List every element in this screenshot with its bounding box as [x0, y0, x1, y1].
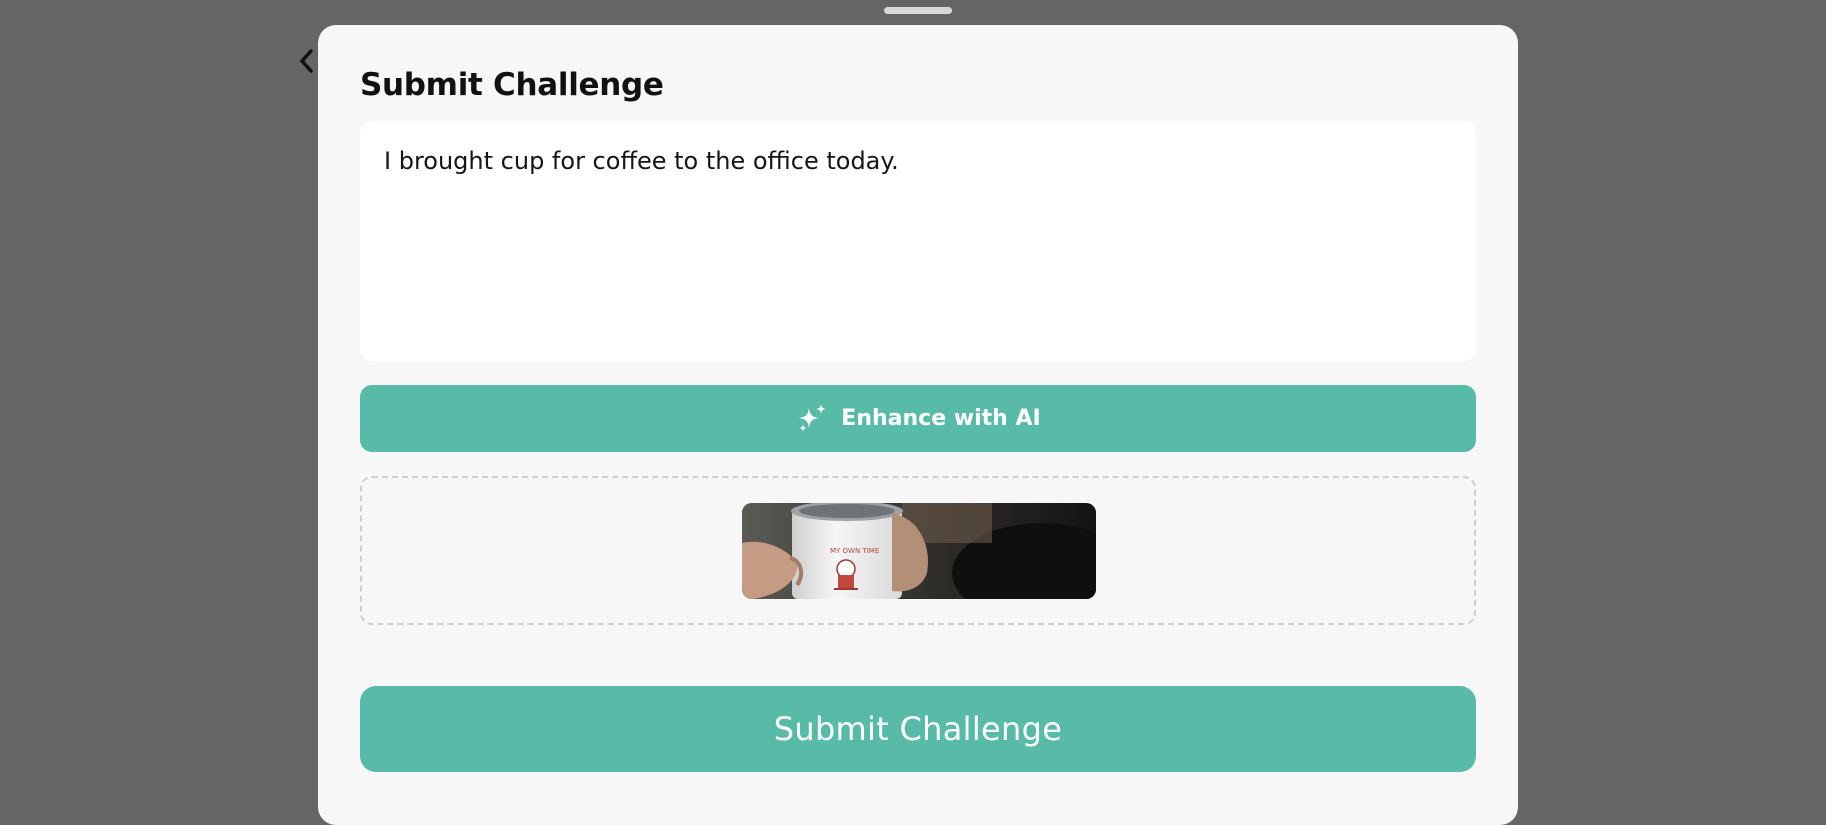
back-button[interactable]	[294, 46, 320, 76]
attached-photo[interactable]: MY OWN TIME	[742, 503, 1096, 599]
sparkles-icon	[799, 403, 827, 432]
coffee-mug-photo: MY OWN TIME	[742, 503, 1096, 599]
sheet-title: Submit Challenge	[360, 67, 664, 103]
sheet-drag-handle[interactable]	[884, 7, 952, 14]
submit-challenge-button[interactable]: Submit Challenge	[360, 686, 1476, 772]
image-upload-zone[interactable]: MY OWN TIME	[360, 476, 1476, 625]
enhance-button-label: Enhance with AI	[841, 406, 1041, 431]
svg-text:MY OWN TIME: MY OWN TIME	[830, 547, 879, 555]
submit-challenge-sheet: Submit Challenge I brought cup for coffe…	[318, 25, 1518, 825]
enhance-with-ai-button[interactable]: Enhance with AI	[360, 385, 1476, 452]
submit-button-label: Submit Challenge	[773, 710, 1063, 748]
challenge-text-area[interactable]: I brought cup for coffee to the office t…	[360, 121, 1476, 361]
chevron-left-icon	[300, 49, 313, 73]
challenge-text-value: I brought cup for coffee to the office t…	[384, 147, 899, 175]
